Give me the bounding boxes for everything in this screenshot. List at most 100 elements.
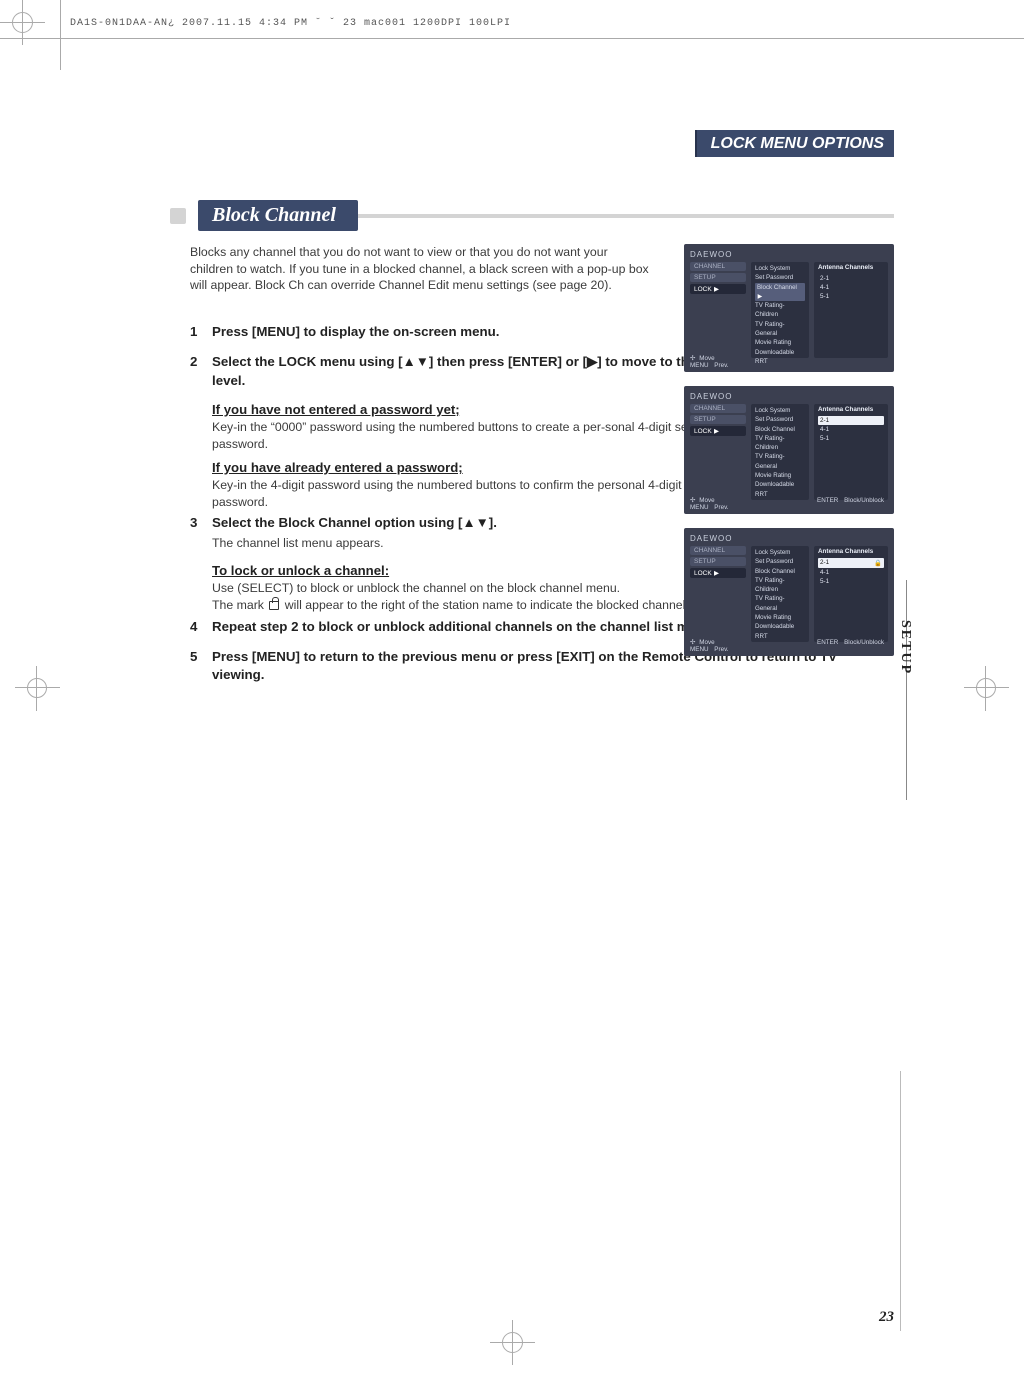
registration-mark — [15, 666, 60, 711]
step-number: 5 — [190, 648, 212, 685]
channel-row: 5-1 — [818, 577, 884, 586]
channel-row: 5-1 — [818, 434, 884, 443]
menu-item: Movie Rating — [755, 613, 805, 622]
menu-key-icon: MENU — [690, 504, 709, 511]
menu-item: Movie Rating — [755, 338, 805, 347]
page-margin-line — [900, 1071, 901, 1331]
channel-row: 5-1 — [818, 292, 884, 301]
side-tab: SETUP — [895, 580, 919, 800]
menu-key-icon: MENU — [690, 646, 709, 653]
step-number: 3 — [190, 514, 212, 551]
menu-item: Movie Rating — [755, 471, 805, 480]
title-rule — [358, 214, 894, 218]
chevron-right-icon: ▶ — [757, 292, 763, 301]
menu-item: Lock System — [755, 406, 805, 415]
registration-mark — [964, 666, 1009, 711]
panel-title: Antenna Channels — [818, 264, 884, 271]
menu-item: TV Rating-Children — [755, 301, 805, 320]
tv-menu-list: Lock System Set Password Block Channel T… — [751, 404, 809, 500]
tab-lock: LOCK ▶ — [690, 568, 746, 578]
footer-move: Move — [699, 639, 714, 646]
menu-key-icon: MENU — [690, 362, 709, 369]
tv-footer: ✢ MoveMENU Prev. — [690, 355, 888, 369]
step-3: 3 Select the Block Channel option using … — [190, 514, 770, 551]
menu-item: Set Password — [755, 273, 805, 282]
side-tab-label: SETUP — [897, 620, 913, 675]
tv-screen-3: DAEWOO CHANNEL SETUP LOCK ▶ Lock System … — [684, 528, 894, 656]
tab-lock: LOCK ▶ — [690, 284, 746, 294]
section-header-text: LOCK MENU OPTIONS — [711, 135, 884, 152]
tab-channel: CHANNEL — [690, 404, 746, 413]
tab-channel: CHANNEL — [690, 262, 746, 271]
step-text: Repeat step 2 to block or unblock additi… — [212, 619, 716, 634]
menu-item: Block Channel — [755, 425, 805, 434]
tab-setup: SETUP — [690, 273, 746, 282]
chevron-right-icon: ▶ — [714, 427, 720, 435]
chevron-right-icon: ▶ — [714, 569, 720, 577]
menu-item: TV Rating-General — [755, 320, 805, 339]
step-text: Select the LOCK menu using [▲▼] then pre… — [212, 354, 747, 387]
tv-side-tabs: CHANNEL SETUP LOCK ▶ — [690, 404, 746, 500]
move-arrows-icon: ✢ — [690, 639, 695, 646]
channel-row-selected: 2-1 — [818, 416, 884, 425]
menu-item: TV Rating-Children — [755, 434, 805, 453]
channel-row: 2-1 — [818, 274, 884, 283]
step-text: Press [MENU] to display the on-screen me… — [212, 324, 499, 339]
tv-screen-1: DAEWOO CHANNEL SETUP LOCK ▶ Lock System … — [684, 244, 894, 372]
menu-item: Set Password — [755, 557, 805, 566]
tab-lock: LOCK ▶ — [690, 426, 746, 436]
section-header: LOCK MENU OPTIONS — [695, 130, 894, 157]
text-fragment: will appear to the right of the station … — [285, 598, 689, 612]
page-number: 23 — [879, 1309, 894, 1326]
crop-line — [60, 0, 61, 70]
footer-enter: ENTER — [817, 639, 838, 646]
channel-row: 4-1 — [818, 283, 884, 292]
menu-item: TV Rating-General — [755, 594, 805, 613]
lock-icon: 🔒 — [874, 559, 882, 567]
tv-right-panel: Antenna Channels 2-1🔒 4-1 5-1 — [814, 546, 888, 642]
menu-item: TV Rating-General — [755, 452, 805, 471]
menu-item: Set Password — [755, 415, 805, 424]
tv-menu-list: Lock System Set Password Block Channel ▶… — [751, 262, 809, 358]
tv-footer: ✢MoveMENU Prev. ENTER Block/Unblock — [690, 497, 888, 511]
steps-list: 1 Press [MENU] to display the on-screen … — [190, 323, 770, 697]
channel-row: 4-1 — [818, 425, 884, 434]
text-fragment: The mark — [212, 598, 267, 612]
tv-footer: ✢MoveMENU Prev. ENTER Block/Unblock — [690, 639, 888, 653]
footer-prev: Prev. — [714, 646, 728, 653]
move-arrows-icon: ✢ — [690, 497, 695, 504]
tab-setup: SETUP — [690, 415, 746, 424]
tab-channel: CHANNEL — [690, 546, 746, 555]
step-number: 1 — [190, 323, 212, 341]
tv-screenshots: DAEWOO CHANNEL SETUP LOCK ▶ Lock System … — [684, 244, 894, 656]
footer-prev: Prev. — [714, 504, 728, 511]
tv-side-tabs: CHANNEL SETUP LOCK ▶ — [690, 262, 746, 358]
lock-icon — [269, 601, 279, 610]
title-bullet-icon — [170, 208, 186, 224]
crop-line — [0, 38, 1024, 39]
menu-item: Lock System — [755, 264, 805, 273]
intro-paragraph: Blocks any channel that you do not want … — [190, 244, 650, 294]
footer-prev: Prev. — [714, 362, 728, 369]
registration-mark — [490, 1320, 535, 1365]
tv-brand: DAEWOO — [690, 534, 888, 543]
tv-brand: DAEWOO — [690, 250, 888, 259]
channel-row: 4-1 — [818, 568, 884, 577]
chevron-right-icon: ▶ — [714, 285, 720, 293]
move-arrows-icon: ✢ — [690, 355, 695, 362]
menu-item-selected: Block Channel ▶ — [755, 283, 805, 302]
menu-item: TV Rating-Children — [755, 576, 805, 595]
print-job-header: DA1S-0N1DAA-AN¿ 2007.11.15 4:34 PM ˘ ˇ 2… — [70, 18, 511, 29]
step-number: 2 — [190, 353, 212, 390]
title-row: Block Channel — [170, 200, 894, 231]
tv-side-tabs: CHANNEL SETUP LOCK ▶ — [690, 546, 746, 642]
tv-right-panel: Antenna Channels 2-1 4-1 5-1 — [814, 404, 888, 500]
step-number: 4 — [190, 618, 212, 636]
footer-move: Move — [699, 355, 714, 362]
channel-row-locked: 2-1🔒 — [818, 558, 884, 568]
step-2: 2 Select the LOCK menu using [▲▼] then p… — [190, 353, 770, 390]
footer-move: Move — [699, 497, 714, 504]
footer-enter: ENTER — [817, 497, 838, 504]
tv-brand: DAEWOO — [690, 392, 888, 401]
section-title: Block Channel — [198, 200, 358, 231]
